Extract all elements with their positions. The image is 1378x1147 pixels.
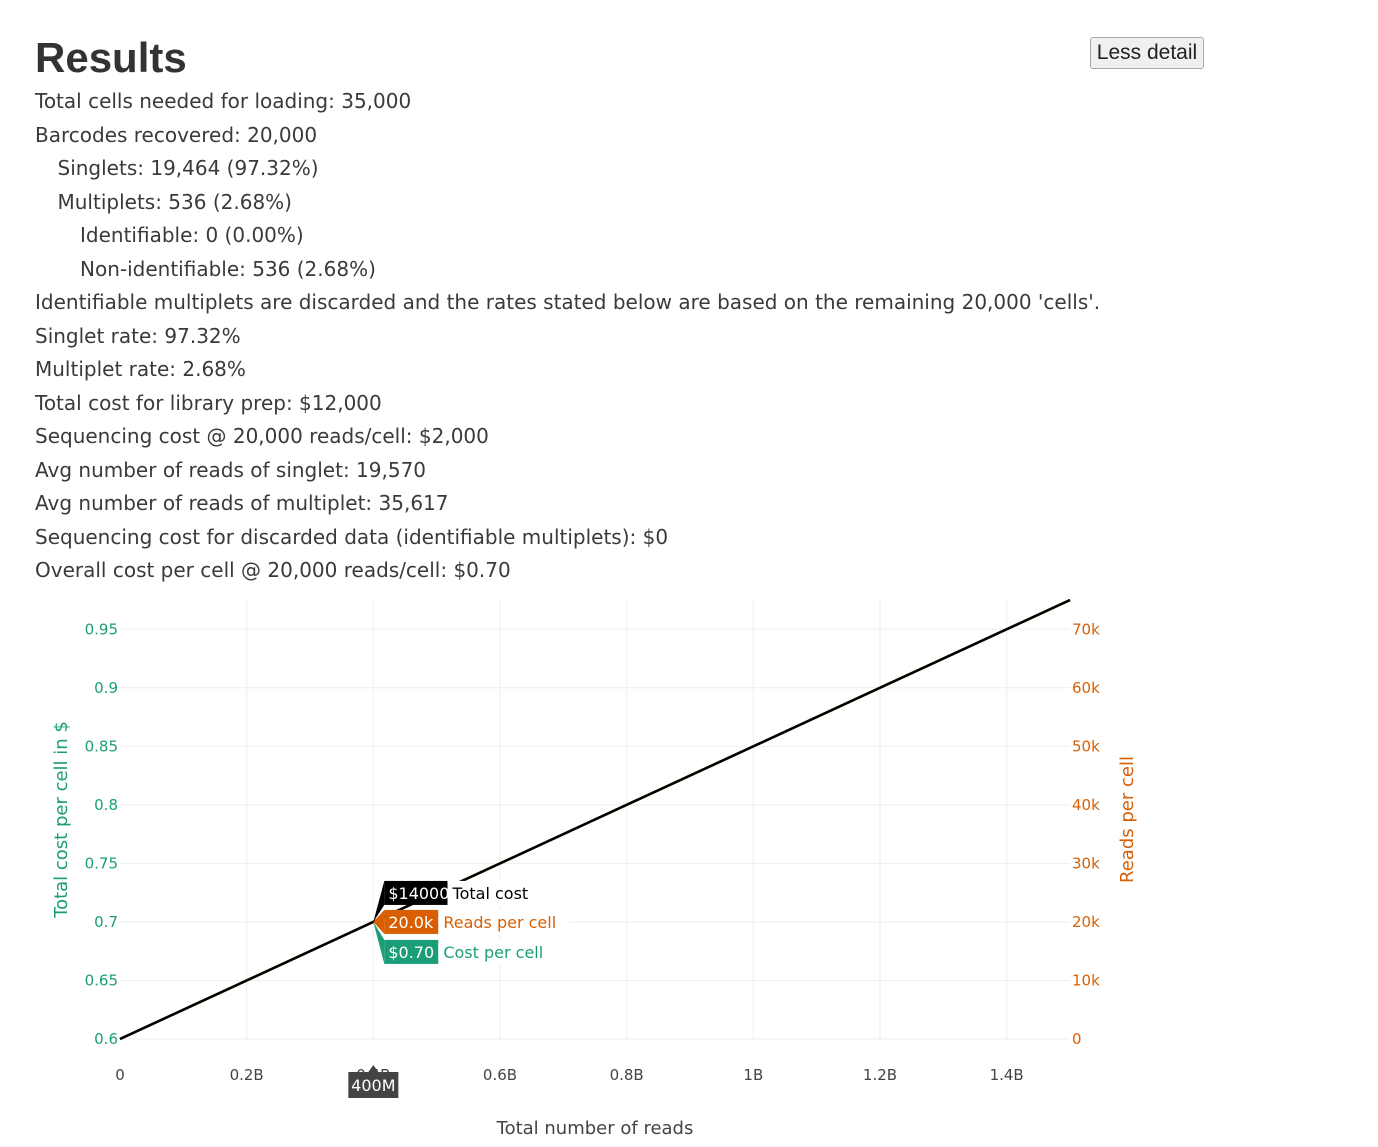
y-left-tick-label: 0.85 [85, 737, 118, 755]
x-tick-label: 0.6B [483, 1066, 517, 1084]
stat-line: Multiplet rate: 2.68% [35, 357, 246, 381]
stat-line: Barcodes recovered: 20,000 [35, 122, 318, 147]
stat-line: Non-identifiable: 536 (2.68%) [80, 256, 376, 281]
less-detail-button[interactable]: Less detail [1090, 37, 1204, 69]
stat-line: Identifiable: 0 (0.00%) [80, 223, 304, 247]
y-left-tick-label: 0.75 [85, 854, 118, 872]
x-tick-label: 1B [743, 1066, 763, 1084]
x-tick-label: 0 [115, 1066, 125, 1084]
tooltip-value: 20.0k [388, 913, 434, 932]
y-left-tick-label: 0.6 [94, 1030, 118, 1048]
y-right-tick-label: 10k [1072, 971, 1100, 989]
tooltip-name: Cost per cell [443, 943, 543, 962]
tooltip-value: $14000 [388, 884, 449, 903]
series-line [119, 598, 1071, 1041]
y-left-tick-label: 0.7 [94, 913, 118, 931]
stat-line: Total cells needed for loading: 35,000 [35, 89, 412, 113]
results-title: Results [35, 34, 187, 81]
y-right-axis-title: Reads per cell [1117, 756, 1138, 883]
stat-line: Singlet rate: 97.32% [35, 323, 241, 348]
x-axis-title: Total number of reads [496, 1118, 694, 1139]
stat-line: Avg number of reads of multiplet: 35,617 [35, 491, 449, 515]
cost-chart[interactable]: 00.2B0.4B0.6B0.8B1B1.2B1.4B0.60.650.70.7… [0, 590, 1378, 1147]
y-left-tick-label: 0.9 [94, 679, 118, 697]
y-right-tick-label: 0 [1072, 1030, 1082, 1048]
tooltip-pointer [373, 909, 385, 934]
stat-line: Sequencing cost @ 20,000 reads/cell: $2,… [35, 424, 489, 448]
tooltip-value: $0.70 [388, 943, 434, 962]
x-tick-label: 1.2B [863, 1066, 897, 1084]
y-right-tick-label: 60k [1072, 679, 1100, 697]
stat-line: Overall cost per cell @ 20,000 reads/cel… [35, 558, 511, 582]
stat-line: Singlets: 19,464 (97.32%) [57, 156, 319, 180]
y-right-tick-label: 50k [1072, 737, 1100, 755]
y-right-tick-label: 30k [1072, 854, 1100, 872]
tooltip-name: Total cost [452, 884, 529, 903]
y-left-tick-label: 0.95 [85, 620, 118, 638]
tooltip-name: Reads per cell [443, 913, 556, 932]
stat-line: Identifiable multiplets are discarded an… [35, 290, 1101, 314]
stat-line: Sequencing cost for discarded data (iden… [35, 524, 669, 549]
stat-line: Avg number of reads of singlet: 19,570 [35, 457, 427, 482]
y-left-axis-title: Total cost per cell in $ [51, 721, 72, 919]
stat-line: Total cost for library prep: $12,000 [35, 390, 382, 415]
x-tick-label: 1.4B [990, 1066, 1024, 1084]
x-tick-label: 0.8B [610, 1066, 644, 1084]
y-right-tick-label: 70k [1072, 620, 1100, 638]
y-left-tick-label: 0.65 [85, 971, 118, 989]
y-left-tick-label: 0.8 [94, 796, 118, 814]
y-right-tick-label: 40k [1072, 796, 1100, 814]
stat-line: Multiplets: 536 (2.68%) [57, 189, 292, 214]
x-tick-label: 0.2B [230, 1066, 264, 1084]
spike-label-text: 400M [351, 1076, 395, 1095]
y-right-tick-label: 20k [1072, 913, 1100, 931]
